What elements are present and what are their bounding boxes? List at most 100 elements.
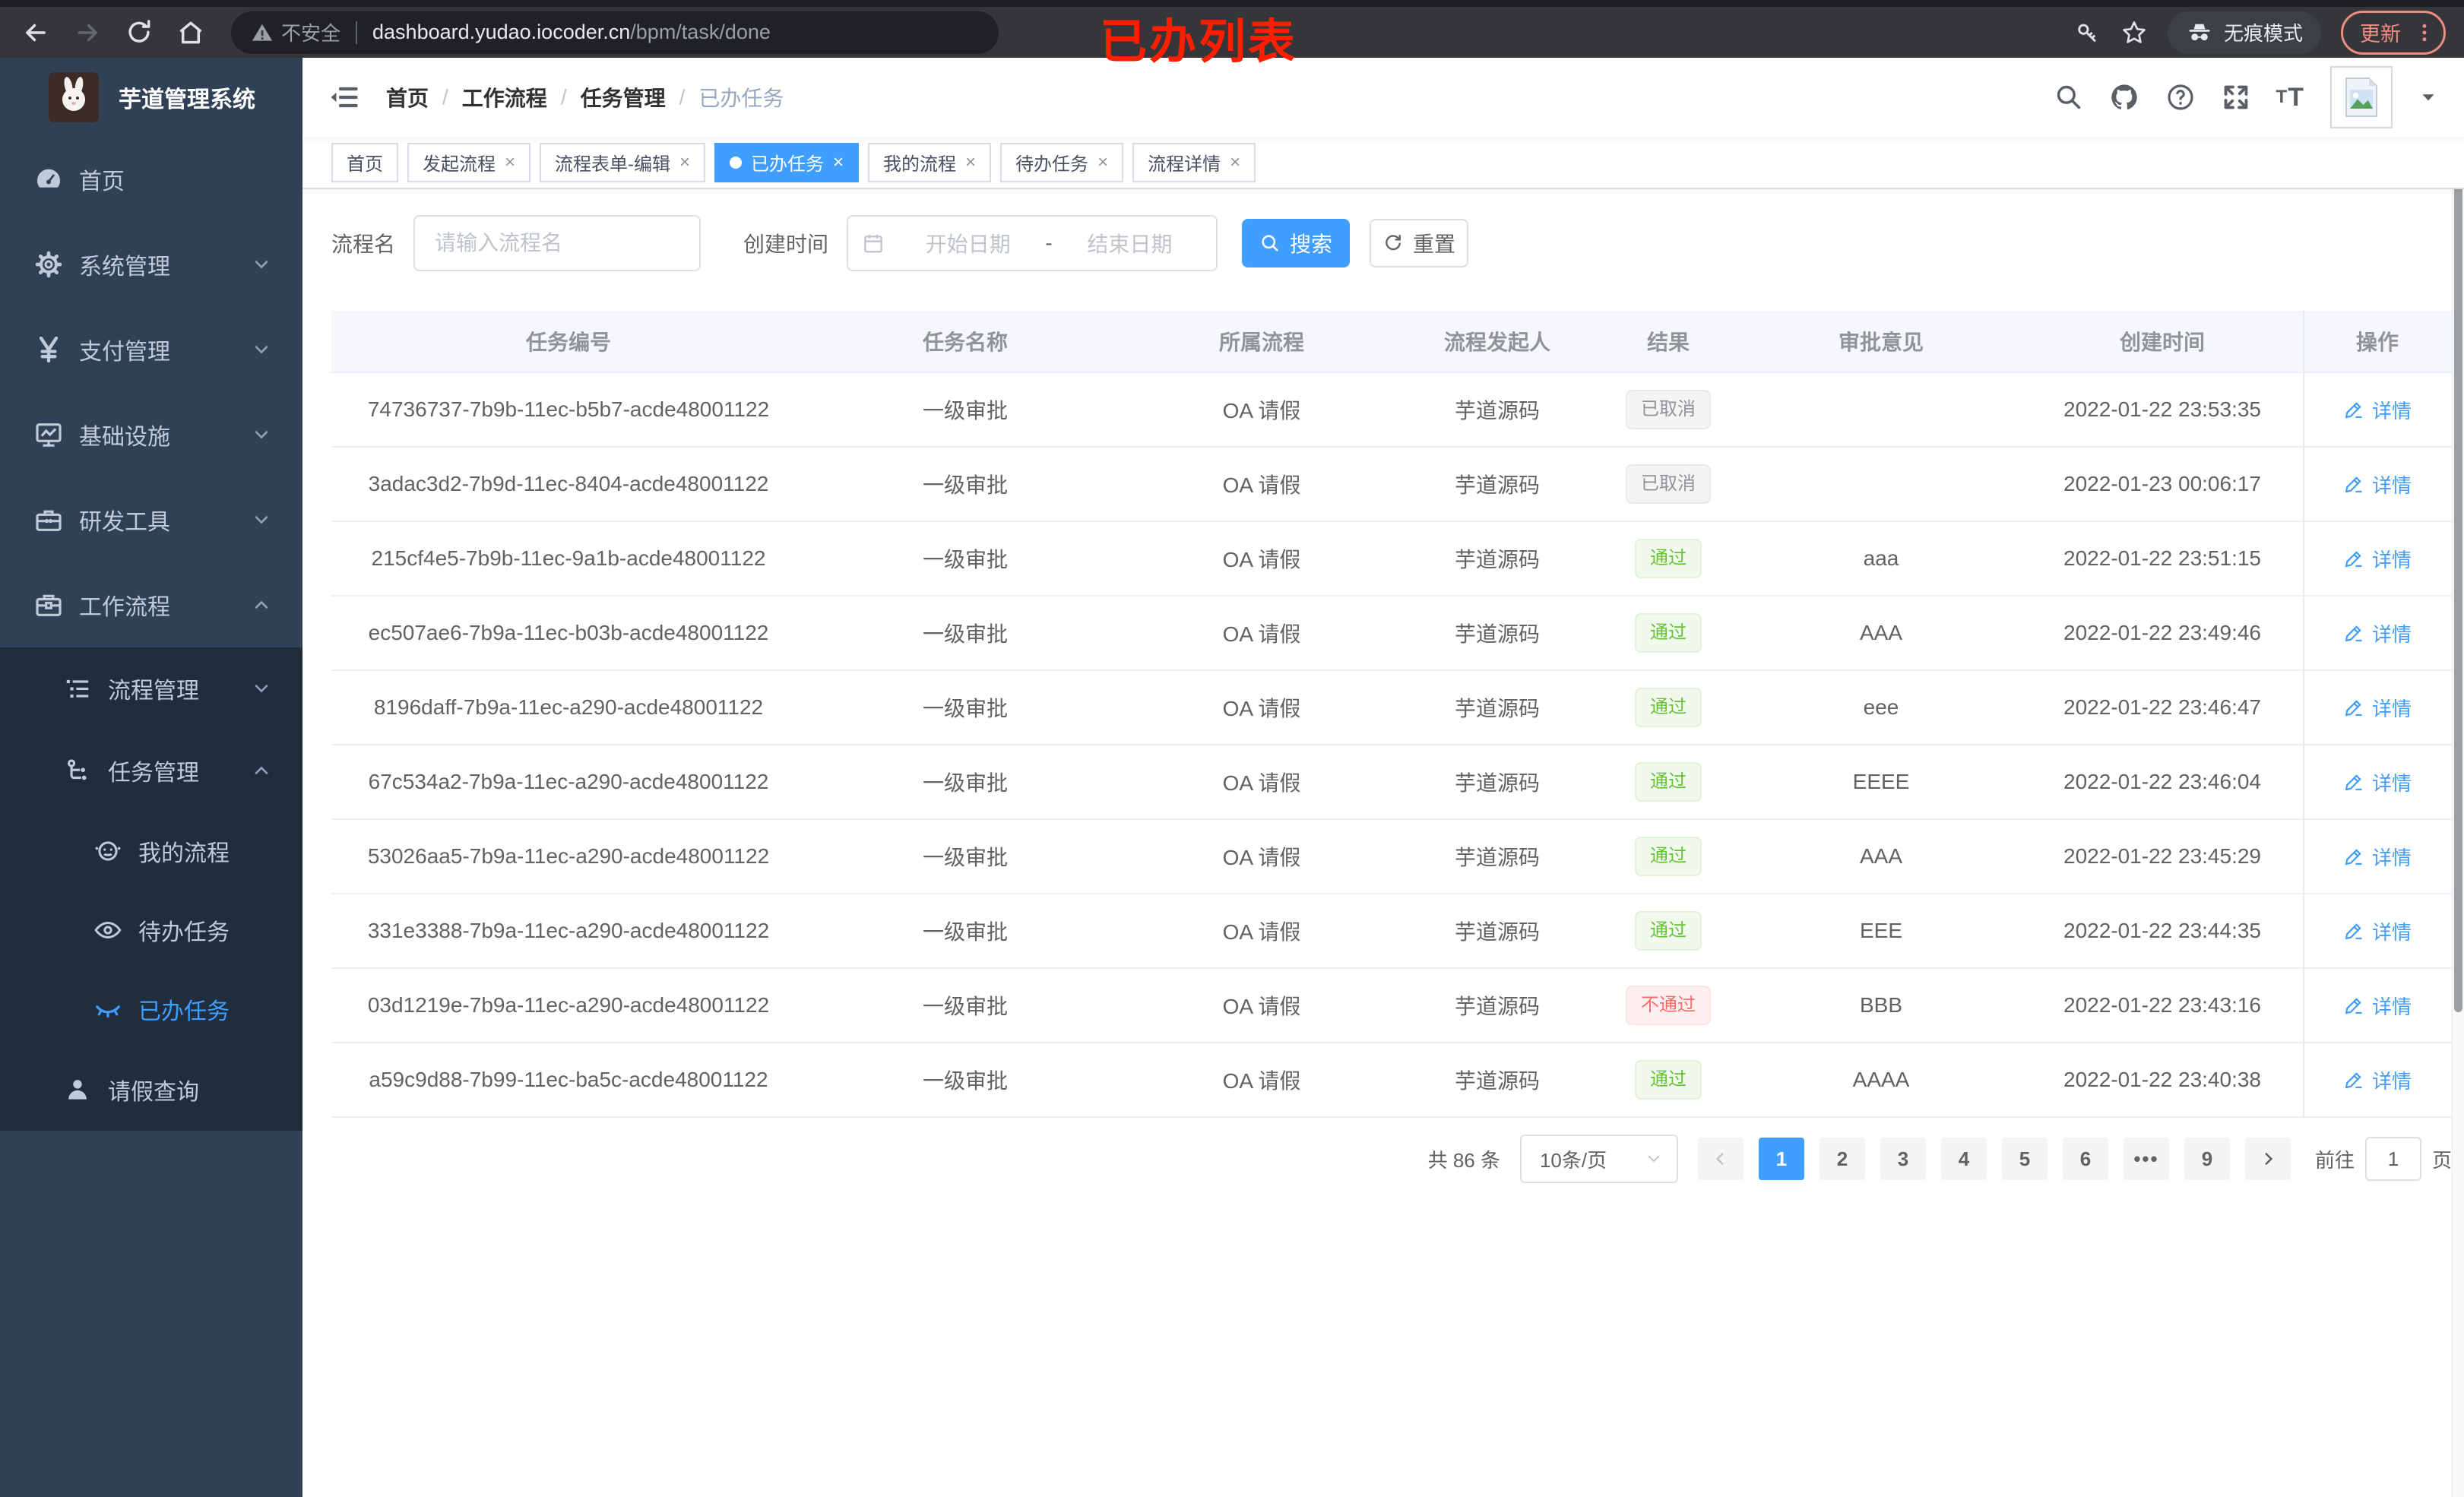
- sidebar-item-devtools[interactable]: 研发工具: [0, 477, 302, 562]
- sidebar-item-payment[interactable]: 支付管理: [0, 307, 302, 392]
- face-icon: [90, 837, 126, 866]
- browser-back-button[interactable]: [18, 15, 53, 50]
- filter-form: 流程名 创建时间 开始日期 - 结束日期 搜索: [331, 215, 2452, 271]
- close-icon[interactable]: [1230, 153, 1240, 172]
- page-button-9[interactable]: 9: [2184, 1138, 2230, 1180]
- breadcrumb-home[interactable]: 首页: [386, 82, 429, 112]
- table-row: 67c534a2-7b9a-11ec-a290-acde48001122 一级审…: [331, 745, 2452, 820]
- page-button-6[interactable]: 6: [2062, 1138, 2108, 1180]
- sidebar-item-infra[interactable]: 基础设施: [0, 392, 302, 477]
- close-icon[interactable]: [505, 153, 515, 172]
- logo-image: [49, 72, 99, 122]
- close-icon[interactable]: [965, 153, 976, 172]
- broken-image-icon: [2345, 78, 2377, 117]
- sidebar-item-leave-query[interactable]: 请假查询: [0, 1049, 302, 1131]
- edit-pen-icon: [2345, 625, 2362, 642]
- browser-update-button[interactable]: 更新: [2341, 10, 2446, 55]
- status-badge: 通过: [1635, 911, 1702, 951]
- status-badge: 已取消: [1626, 390, 1711, 429]
- sidebar-item-task-mgmt[interactable]: 任务管理: [0, 730, 302, 812]
- avatar-caret-icon[interactable]: [2418, 87, 2438, 107]
- tab-process-detail[interactable]: 流程详情: [1132, 142, 1256, 182]
- table-header-row: 任务编号 任务名称 所属流程 流程发起人 结果 审批意见 创建时间 操作: [331, 311, 2452, 373]
- screen: 不安全 dashboard.yudao.iocoder.cn/bpm/task/…: [0, 0, 2464, 1497]
- status-badge: 通过: [1635, 762, 1702, 802]
- detail-link[interactable]: 详情: [2343, 917, 2412, 945]
- chevron-up-icon: [251, 760, 272, 781]
- browser-forward-button[interactable]: [70, 15, 105, 50]
- page-button-1[interactable]: 1: [1758, 1138, 1804, 1180]
- close-icon[interactable]: [833, 153, 844, 172]
- chevron-down-icon: [251, 509, 272, 530]
- tree-list-icon: [59, 674, 96, 703]
- sidebar-toggle-icon[interactable]: [328, 81, 360, 113]
- tab-home[interactable]: 首页: [331, 142, 398, 182]
- detail-link[interactable]: 详情: [2343, 992, 2412, 1020]
- tab-process-form-edit[interactable]: 流程表单-编辑: [540, 142, 706, 182]
- detail-link[interactable]: 详情: [2343, 694, 2412, 722]
- url-bar[interactable]: 不安全 dashboard.yudao.iocoder.cn/bpm/task/…: [231, 11, 999, 54]
- date-start-input[interactable]: 开始日期: [895, 228, 1040, 258]
- fullscreen-icon[interactable]: [2222, 83, 2250, 112]
- more-pages-button[interactable]: •••: [2123, 1138, 2169, 1180]
- browser-reload-button[interactable]: [122, 15, 157, 50]
- font-size-icon[interactable]: TT: [2276, 83, 2304, 112]
- sidebar-item-todo-tasks[interactable]: 待办任务: [0, 891, 302, 970]
- monitor-icon: [30, 419, 67, 450]
- detail-link[interactable]: 详情: [2343, 1066, 2412, 1094]
- goto-page-input[interactable]: [2364, 1137, 2421, 1181]
- sidebar-item-process-mgmt[interactable]: 流程管理: [0, 647, 302, 730]
- sidebar-item-workflow[interactable]: 工作流程: [0, 562, 302, 647]
- detail-link[interactable]: 详情: [2343, 396, 2412, 424]
- detail-link[interactable]: 详情: [2343, 843, 2412, 871]
- create-time-label: 创建时间: [743, 233, 829, 256]
- browser-home-button[interactable]: [173, 15, 208, 50]
- scrollbar-thumb[interactable]: [2454, 70, 2462, 1012]
- page-button-2[interactable]: 2: [1819, 1138, 1865, 1180]
- github-icon[interactable]: [2109, 82, 2139, 112]
- help-icon[interactable]: [2165, 82, 2196, 112]
- tab-start-process[interactable]: 发起流程: [407, 142, 531, 182]
- close-icon[interactable]: [679, 153, 690, 172]
- edit-pen-icon: [2345, 849, 2362, 866]
- process-name-input[interactable]: [413, 215, 702, 271]
- bookmark-star-icon[interactable]: [2120, 19, 2148, 46]
- breadcrumb-workflow[interactable]: 工作流程: [462, 82, 547, 112]
- avatar[interactable]: [2330, 66, 2393, 128]
- key-icon[interactable]: [2075, 20, 2101, 46]
- breadcrumb-separator: /: [560, 85, 567, 109]
- date-range-picker[interactable]: 开始日期 - 结束日期: [847, 215, 1218, 271]
- page-button-4[interactable]: 4: [1940, 1138, 1987, 1180]
- reset-button[interactable]: 重置: [1370, 219, 1469, 267]
- detail-link[interactable]: 详情: [2343, 768, 2412, 796]
- search-button[interactable]: 搜索: [1242, 219, 1351, 267]
- not-secure-icon[interactable]: [251, 21, 274, 44]
- detail-link[interactable]: 详情: [2343, 545, 2412, 573]
- sidebar-item-home[interactable]: 首页: [0, 137, 302, 222]
- tab-todo-tasks[interactable]: 待办任务: [1000, 142, 1124, 182]
- page-button-3[interactable]: 3: [1880, 1138, 1926, 1180]
- detail-link[interactable]: 详情: [2343, 619, 2412, 647]
- app-logo[interactable]: 芋道管理系统: [0, 58, 302, 137]
- page-size-select[interactable]: 10条/页: [1519, 1135, 1678, 1183]
- prev-page-button[interactable]: [1697, 1138, 1743, 1180]
- update-label: 更新: [2360, 23, 2401, 46]
- browser-menu-icon: [2422, 24, 2427, 41]
- date-end-input[interactable]: 结束日期: [1057, 228, 1202, 258]
- sidebar-item-system[interactable]: 系统管理: [0, 222, 302, 307]
- sidebar-item-done-tasks[interactable]: 已办任务: [0, 970, 302, 1049]
- tab-done-tasks[interactable]: 已办任务: [714, 142, 860, 182]
- close-icon[interactable]: [1097, 153, 1108, 172]
- search-icon[interactable]: [2054, 83, 2083, 112]
- chevron-down-icon: [1645, 1150, 1663, 1168]
- app-title: 芋道管理系统: [119, 87, 255, 112]
- active-dot: [730, 156, 743, 169]
- edit-pen-icon: [2345, 476, 2362, 493]
- page-button-5[interactable]: 5: [2001, 1138, 2048, 1180]
- tab-my-process[interactable]: 我的流程: [868, 142, 992, 182]
- scrollbar-track[interactable]: [2452, 58, 2464, 1497]
- breadcrumb-task-mgmt[interactable]: 任务管理: [581, 82, 666, 112]
- sidebar-item-my-process[interactable]: 我的流程: [0, 812, 302, 891]
- detail-link[interactable]: 详情: [2343, 470, 2412, 498]
- next-page-button[interactable]: [2244, 1138, 2291, 1180]
